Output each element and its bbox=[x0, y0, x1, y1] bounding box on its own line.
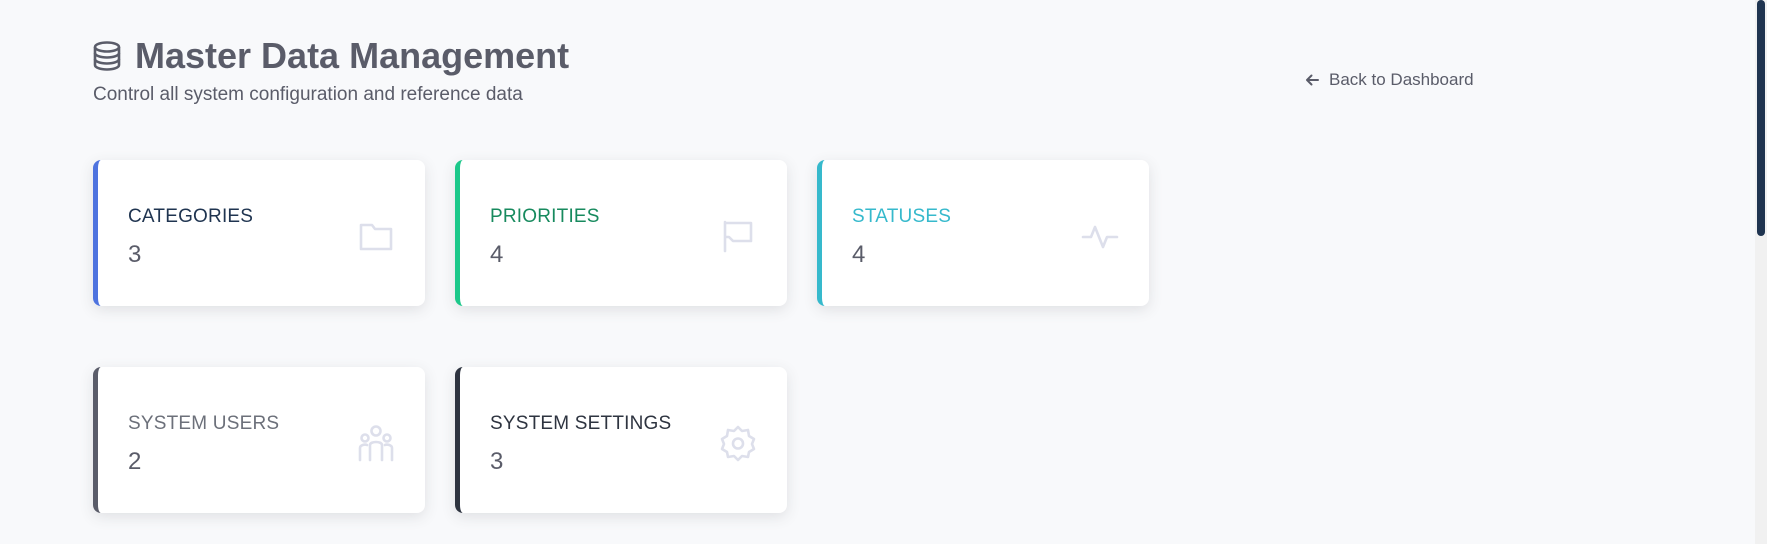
database-icon bbox=[93, 41, 121, 71]
title-row: Master Data Management bbox=[93, 34, 569, 78]
card-label: STATUSES bbox=[852, 206, 952, 227]
priorities-card[interactable]: PRIORITIES 4 bbox=[455, 160, 787, 306]
scrollbar[interactable] bbox=[1755, 0, 1767, 544]
back-to-dashboard-link[interactable]: Back to Dashboard bbox=[1305, 70, 1474, 90]
card-value: 3 bbox=[128, 241, 142, 268]
page-header: Master Data Management Control all syste… bbox=[93, 34, 569, 106]
card-label: SYSTEM USERS bbox=[128, 413, 280, 434]
system-users-card[interactable]: SYSTEM USERS 2 bbox=[93, 367, 425, 513]
activity-icon bbox=[1081, 225, 1119, 249]
card-value: 3 bbox=[490, 448, 504, 475]
card-value: 4 bbox=[852, 241, 866, 268]
flag-icon bbox=[723, 220, 753, 253]
card-value: 4 bbox=[490, 241, 504, 268]
page-subtitle: Control all system configuration and ref… bbox=[93, 84, 523, 105]
statuses-card[interactable]: STATUSES 4 bbox=[817, 160, 1149, 306]
users-icon bbox=[358, 425, 394, 462]
folder-icon bbox=[359, 223, 393, 251]
categories-card[interactable]: CATEGORIES 3 bbox=[93, 160, 425, 306]
arrow-left-icon bbox=[1306, 74, 1319, 86]
back-link-label: Back to Dashboard bbox=[1329, 70, 1474, 89]
system-settings-card[interactable]: SYSTEM SETTINGS 3 bbox=[455, 367, 787, 513]
card-label: PRIORITIES bbox=[490, 206, 600, 227]
gear-icon bbox=[720, 425, 756, 462]
card-label: CATEGORIES bbox=[128, 206, 254, 227]
page-title: Master Data Management bbox=[135, 35, 570, 76]
card-value: 2 bbox=[128, 448, 142, 475]
scrollbar-thumb[interactable] bbox=[1757, 0, 1765, 236]
card-label: SYSTEM SETTINGS bbox=[490, 413, 672, 434]
